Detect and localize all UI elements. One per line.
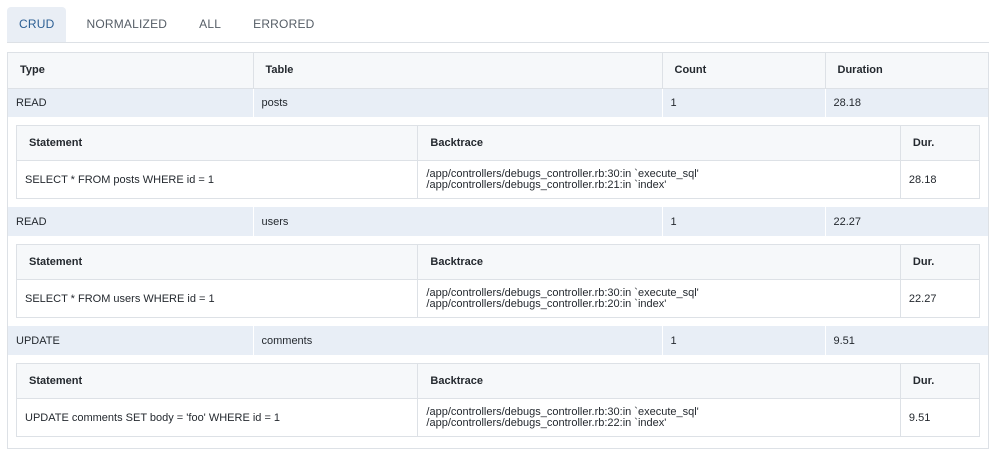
statement-row: SELECT * FROM users WHERE id = 1 /app/co…	[16, 279, 980, 318]
crud-panel: Type Table Count Duration READ posts 1 2…	[7, 52, 989, 449]
column-header-duration[interactable]: Duration	[825, 53, 988, 89]
query-type: READ	[8, 207, 254, 236]
query-detail-row: Statement Backtrace Dur. UPDATE comments…	[8, 355, 988, 445]
tab-errored[interactable]: ERRORED	[241, 7, 326, 42]
column-header-statement: Statement	[16, 244, 419, 280]
backtrace-line: /app/controllers/debugs_controller.rb:30…	[426, 405, 699, 418]
column-header-backtrace: Backtrace	[417, 125, 901, 161]
query-count: 1	[662, 326, 826, 355]
tab-normalized[interactable]: NORMALIZED	[74, 7, 179, 42]
query-table: comments	[253, 326, 663, 355]
backtrace-line: /app/controllers/debugs_controller.rb:21…	[426, 178, 667, 191]
queries-header-row: Type Table Count Duration	[8, 53, 988, 89]
column-header-statement: Statement	[16, 363, 419, 399]
statement-sql: UPDATE comments SET body = 'foo' WHERE i…	[16, 398, 419, 437]
backtrace-cell: /app/controllers/debugs_controller.rb:30…	[417, 160, 901, 199]
tab-bar: CRUD NORMALIZED ALL ERRORED	[7, 7, 989, 43]
statement-table: Statement Backtrace Dur. SELECT * FROM u…	[16, 244, 980, 318]
tab-crud[interactable]: CRUD	[7, 7, 67, 42]
query-count: 1	[662, 88, 826, 117]
backtrace-line: /app/controllers/debugs_controller.rb:30…	[426, 286, 699, 299]
query-duration: 22.27	[825, 207, 988, 236]
statement-table: Statement Backtrace Dur. SELECT * FROM p…	[16, 125, 980, 199]
statement-sql: SELECT * FROM posts WHERE id = 1	[16, 160, 419, 199]
column-header-statement: Statement	[16, 125, 419, 161]
query-type: READ	[8, 88, 254, 117]
backtrace-cell: /app/controllers/debugs_controller.rb:30…	[417, 398, 901, 437]
column-header-dur: Dur.	[900, 125, 980, 161]
backtrace-cell: /app/controllers/debugs_controller.rb:30…	[417, 279, 901, 318]
column-header-dur: Dur.	[900, 363, 980, 399]
query-table: users	[253, 207, 663, 236]
statement-row: SELECT * FROM posts WHERE id = 1 /app/co…	[16, 160, 980, 199]
backtrace-line: /app/controllers/debugs_controller.rb:20…	[426, 297, 667, 310]
statement-table: Statement Backtrace Dur. UPDATE comments…	[16, 363, 980, 437]
query-count: 1	[662, 207, 826, 236]
queries-table: Type Table Count Duration READ posts 1 2…	[8, 53, 988, 445]
query-type: UPDATE	[8, 326, 254, 355]
query-detail-row: Statement Backtrace Dur. SELECT * FROM p…	[8, 117, 988, 207]
statement-row: UPDATE comments SET body = 'foo' WHERE i…	[16, 398, 980, 437]
column-header-backtrace: Backtrace	[417, 244, 901, 280]
query-detail-row: Statement Backtrace Dur. SELECT * FROM u…	[8, 236, 988, 326]
column-header-type[interactable]: Type	[8, 53, 254, 89]
query-duration: 28.18	[825, 88, 988, 117]
column-header-dur: Dur.	[900, 244, 980, 280]
column-header-table[interactable]: Table	[253, 53, 663, 89]
tab-all[interactable]: ALL	[187, 7, 233, 42]
column-header-count[interactable]: Count	[662, 53, 826, 89]
query-duration: 9.51	[825, 326, 988, 355]
query-table: posts	[253, 88, 663, 117]
column-header-backtrace: Backtrace	[417, 363, 901, 399]
backtrace-line: /app/controllers/debugs_controller.rb:30…	[426, 167, 699, 180]
query-row[interactable]: READ users 1 22.27	[8, 207, 988, 236]
query-row[interactable]: UPDATE comments 1 9.51	[8, 326, 988, 355]
statement-sql: SELECT * FROM users WHERE id = 1	[16, 279, 419, 318]
statement-duration: 28.18	[908, 173, 937, 186]
query-row[interactable]: READ posts 1 28.18	[8, 88, 988, 117]
backtrace-line: /app/controllers/debugs_controller.rb:22…	[426, 416, 667, 429]
statement-duration: 9.51	[908, 411, 931, 424]
statement-duration: 22.27	[908, 292, 937, 305]
